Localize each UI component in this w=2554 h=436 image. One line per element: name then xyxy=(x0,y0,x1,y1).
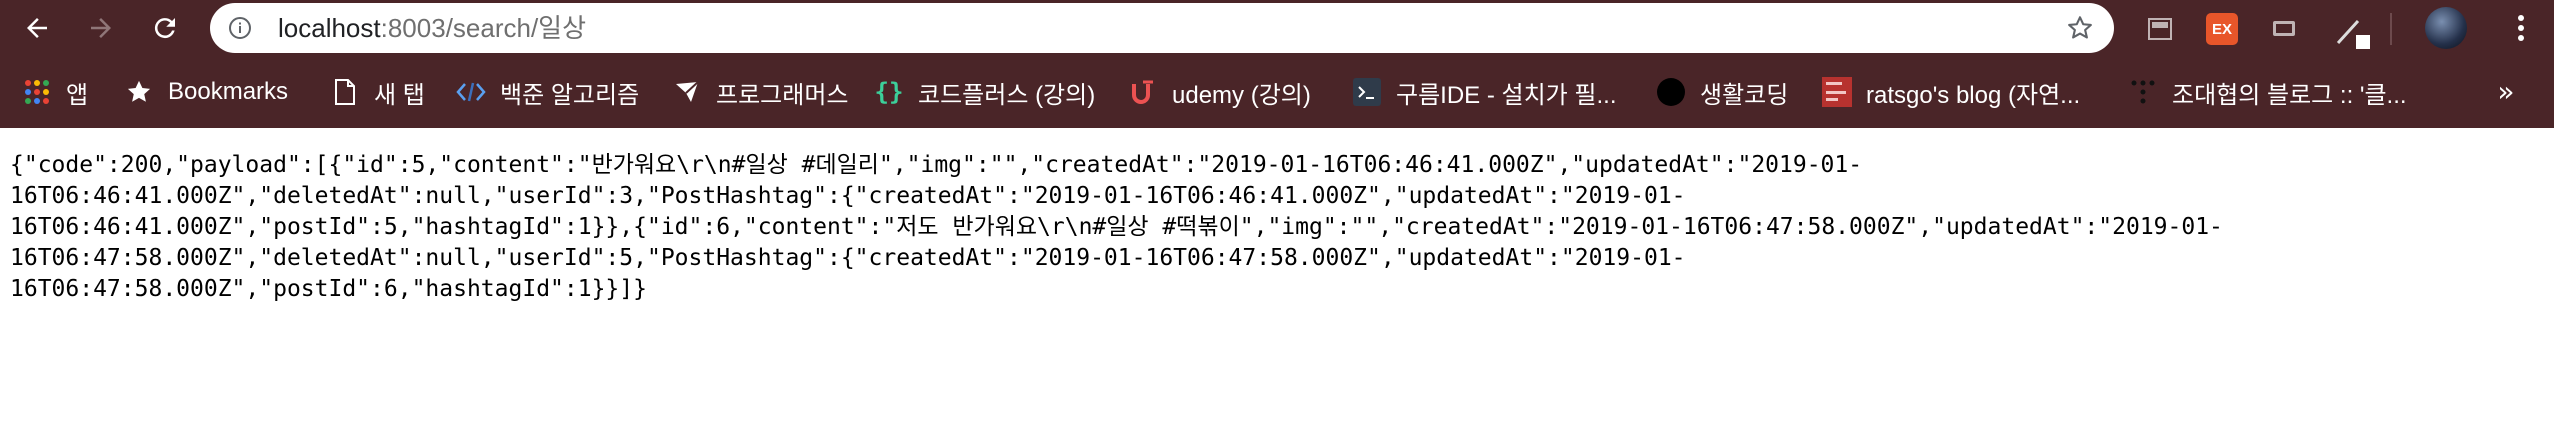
extension-screen-icon[interactable] xyxy=(2268,13,2300,45)
bookmark-udemy[interactable]: udemy (강의) xyxy=(1128,56,1311,128)
bookmark-goorm[interactable]: 구름IDE - 설치가 필... xyxy=(1352,56,1617,128)
code-bracket-icon xyxy=(456,77,486,107)
bookmark-label: 앱 xyxy=(66,81,89,109)
bookmark-star-icon[interactable] xyxy=(2066,14,2094,42)
bookmark-new-tab[interactable]: 새 탭 xyxy=(330,56,425,128)
bookmark-label: 백준 알고리즘 xyxy=(500,81,640,109)
browser-toolbar: localhost:8003/search/일상 EX xyxy=(0,0,2554,56)
forward-button[interactable] xyxy=(80,8,122,48)
json-line: 16T06:47:58.000Z","postId":6,"hashtagId"… xyxy=(10,276,647,302)
reload-icon xyxy=(154,18,175,39)
profile-avatar[interactable] xyxy=(2425,7,2467,49)
toolbar-divider xyxy=(2390,13,2392,45)
info-icon[interactable] xyxy=(228,16,252,40)
url-text[interactable]: localhost:8003/search/일상 xyxy=(278,3,586,53)
bookmark-ratsgo[interactable]: ratsgo's blog (자연... xyxy=(1822,56,2080,128)
bookmark-label: 생활코딩 xyxy=(1700,81,1789,109)
back-button[interactable] xyxy=(16,8,58,48)
bookmark-bookmarks[interactable]: Bookmarks xyxy=(124,56,288,128)
bookmark-apps[interactable]: 앱 xyxy=(22,56,88,128)
menu-button[interactable] xyxy=(2500,8,2542,48)
json-line: 16T06:46:41.000Z","postId":5,"hashtagId"… xyxy=(10,214,2223,240)
bookmark-label: 프로그래머스 xyxy=(716,81,849,109)
bookmark-label: udemy (강의) xyxy=(1172,81,1311,109)
bookmark-programmers[interactable]: 프로그래머스 xyxy=(672,56,848,128)
json-line: {"code":200,"payload":[{"id":5,"content"… xyxy=(10,152,1863,178)
json-response-text: {"code":200,"payload":[{"id":5,"content"… xyxy=(10,150,2530,305)
more-bookmarks-chevron-icon[interactable]: » xyxy=(2490,76,2522,108)
address-bar[interactable]: localhost:8003/search/일상 xyxy=(210,3,2114,53)
nlp-blog-icon xyxy=(1822,77,1852,107)
bookmark-opentutorials[interactable]: 생활코딩 xyxy=(1656,56,1788,128)
extension-reader-icon[interactable] xyxy=(2144,13,2176,45)
apps-grid-icon xyxy=(22,77,52,107)
curly-brace-icon: {} xyxy=(874,78,904,106)
bookmark-label: ratsgo's blog (자연... xyxy=(1866,81,2081,109)
bookmark-baekjoon[interactable]: 백준 알고리즘 xyxy=(456,56,639,128)
reload-button[interactable] xyxy=(144,8,186,48)
page-icon xyxy=(330,77,360,107)
black-circle-icon xyxy=(1656,77,1686,107)
kebab-menu-icon xyxy=(2518,15,2524,41)
json-line: 16T06:47:58.000Z","deletedAt":null,"user… xyxy=(10,245,1686,271)
bookmark-label: Bookmarks xyxy=(168,78,289,105)
json-line: 16T06:46:41.000Z","deletedAt":null,"user… xyxy=(10,183,1686,209)
bookmark-label: 구름IDE - 설치가 필... xyxy=(1396,81,1617,109)
bookmarks-bar: 앱 Bookmarks 새 탭 백준 알고리즘 프로그래머스 {} 코드플러스 … xyxy=(0,56,2554,128)
url-path: :8003/search/일상 xyxy=(380,13,587,43)
forward-arrow-icon xyxy=(91,18,111,38)
dots-icon xyxy=(2128,77,2158,107)
bookmark-codeplus[interactable]: {} 코드플러스 (강의) xyxy=(874,56,1096,128)
star-icon xyxy=(124,77,154,107)
bookmark-label: 코드플러스 (강의) xyxy=(918,81,1096,109)
terminal-icon xyxy=(1352,77,1382,107)
extension-pen-icon[interactable] xyxy=(2332,13,2370,49)
udemy-icon xyxy=(1128,77,1158,107)
back-arrow-icon xyxy=(27,18,47,38)
bookmark-jodaehyup[interactable]: 조대협의 블로그 :: '클... xyxy=(2128,56,2407,128)
extension-ex-icon[interactable]: EX xyxy=(2206,13,2238,45)
bookmark-label: 새 탭 xyxy=(374,81,425,109)
bookmark-label: 조대협의 블로그 :: '클... xyxy=(2172,81,2407,109)
url-host: localhost xyxy=(278,13,381,43)
programmers-icon xyxy=(672,77,702,107)
